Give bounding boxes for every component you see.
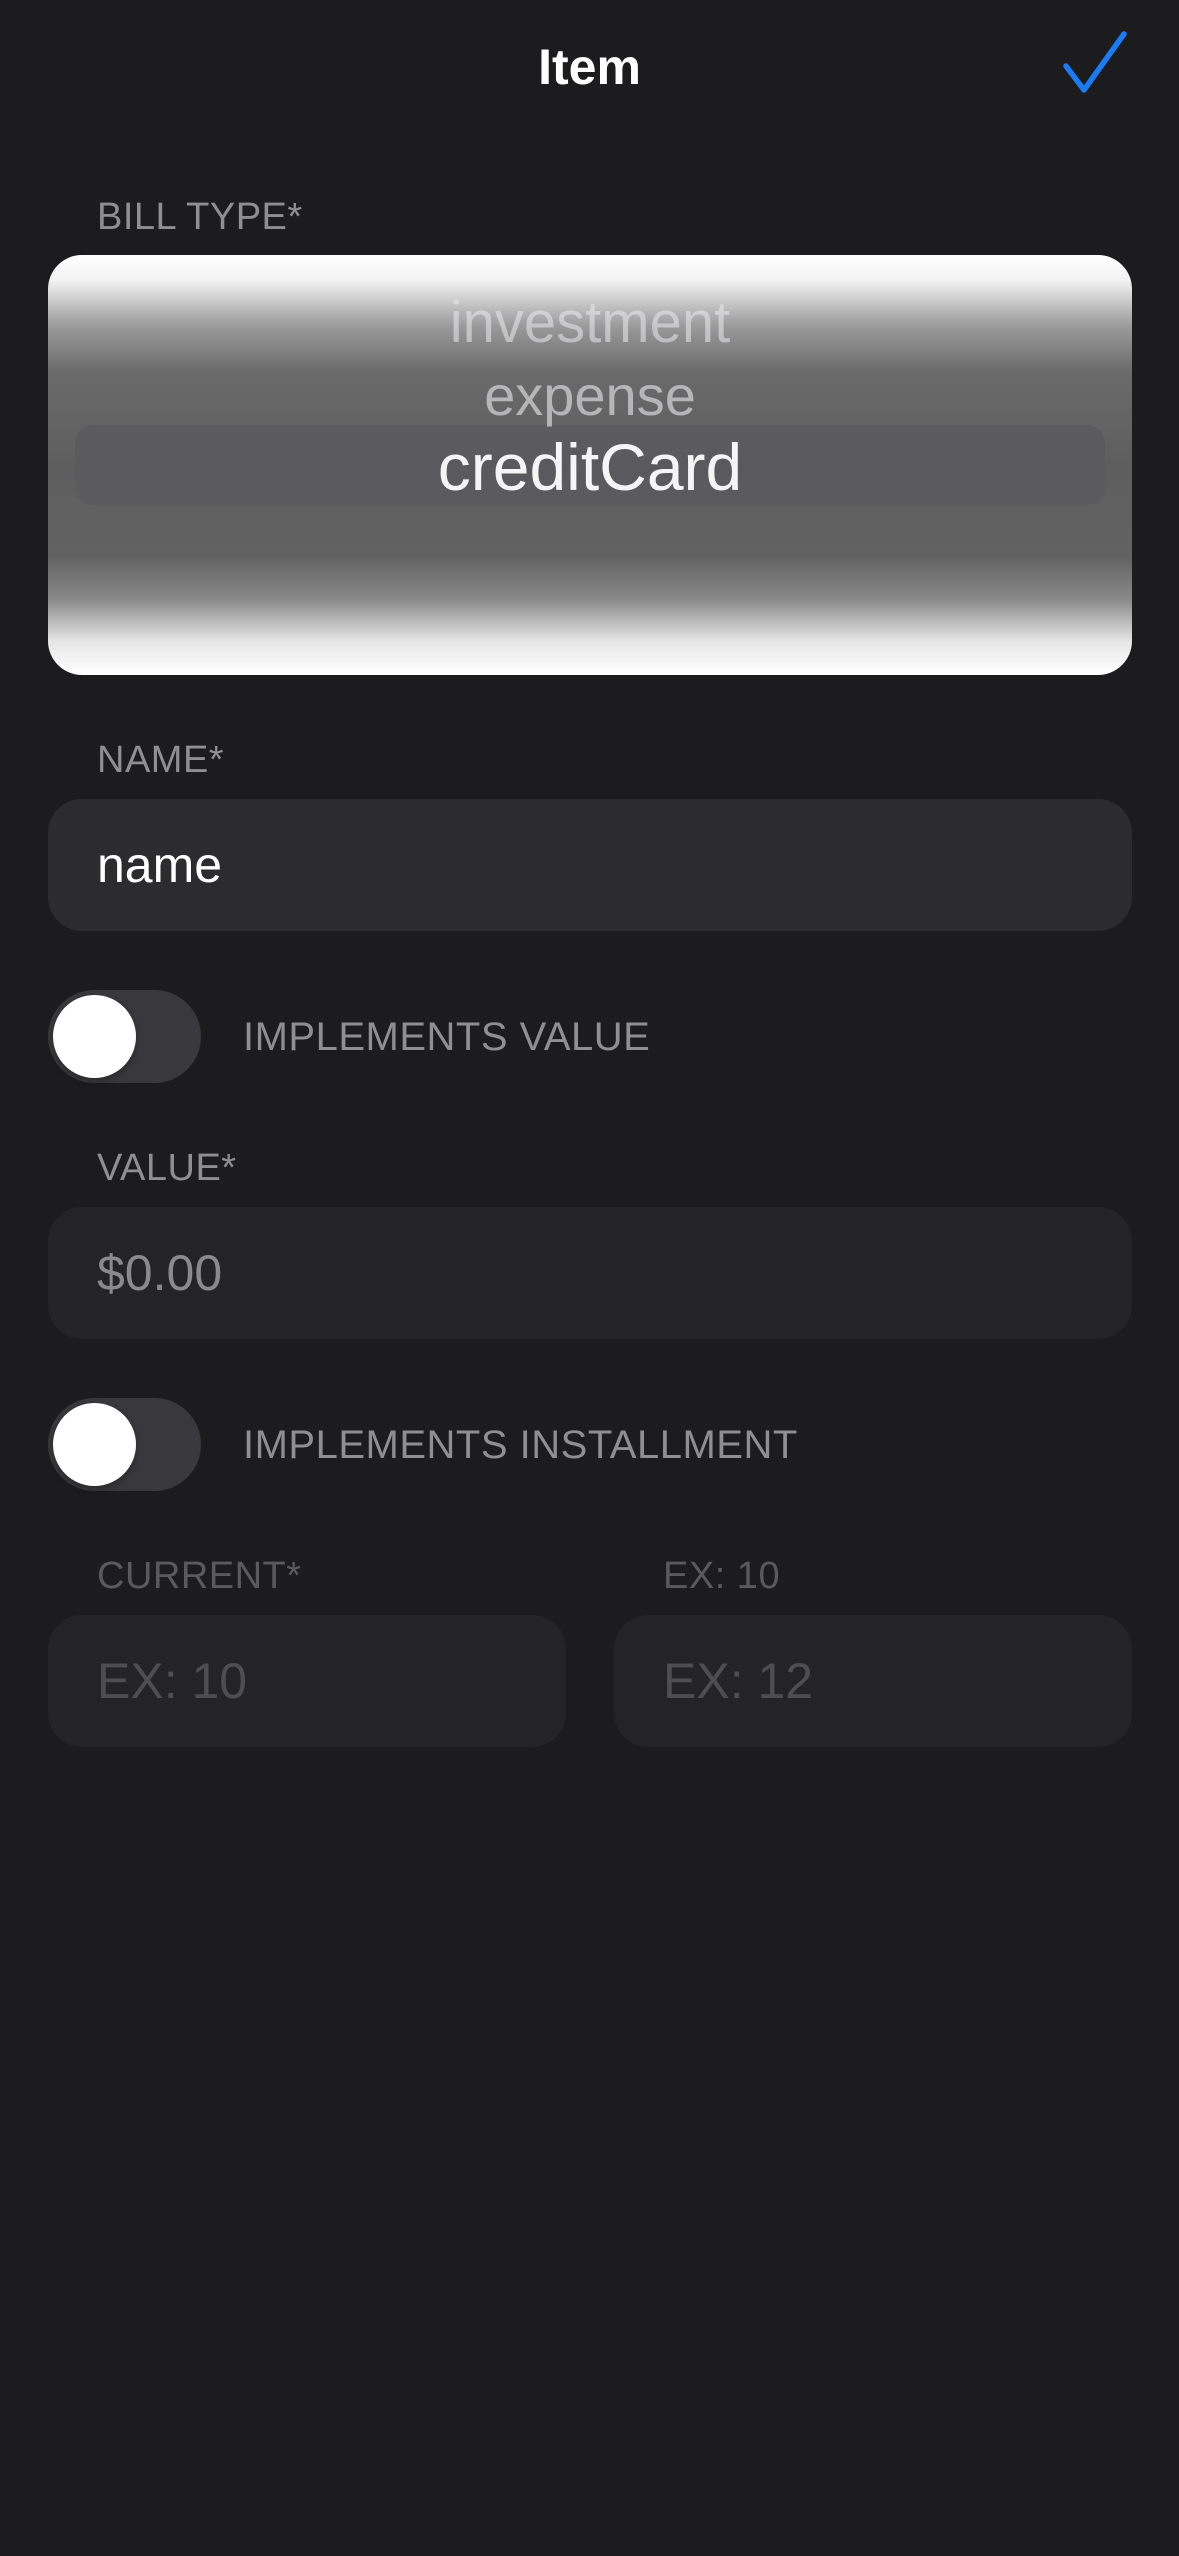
implements-value-toggle[interactable] [48, 990, 201, 1083]
implements-installment-toggle[interactable] [48, 1398, 201, 1491]
bill-type-picker[interactable]: investment expense creditCard [48, 255, 1132, 675]
total-installment-label: EX: 10 [663, 1555, 781, 1597]
value-label: VALUE* [97, 1147, 237, 1189]
total-installment-container [614, 1615, 1132, 1747]
value-field-container [48, 1207, 1132, 1339]
current-installment-container [48, 1615, 566, 1747]
page-title: Item [538, 39, 641, 95]
implements-installment-label: IMPLEMENTS INSTALLMENT [243, 1423, 798, 1467]
navigation-bar: Item [0, 0, 1179, 135]
current-installment-label: CURRENT* [97, 1555, 302, 1597]
toggle-knob [53, 1403, 136, 1486]
total-installment-input[interactable] [663, 1615, 1103, 1747]
picker-option[interactable]: expense [48, 363, 1132, 428]
name-field-container [48, 799, 1132, 931]
bill-type-label: BILL TYPE* [97, 196, 303, 238]
toggle-knob [53, 995, 136, 1078]
name-label: NAME* [97, 739, 225, 781]
checkmark-icon [1063, 31, 1127, 93]
picker-option[interactable]: investment [48, 289, 1132, 356]
implements-value-label: IMPLEMENTS VALUE [243, 1015, 651, 1059]
name-field[interactable] [97, 799, 1077, 931]
value-field[interactable] [97, 1207, 1077, 1339]
picker-option-selected[interactable]: creditCard [48, 429, 1132, 505]
done-button[interactable] [1060, 30, 1130, 100]
current-installment-input[interactable] [97, 1615, 537, 1747]
